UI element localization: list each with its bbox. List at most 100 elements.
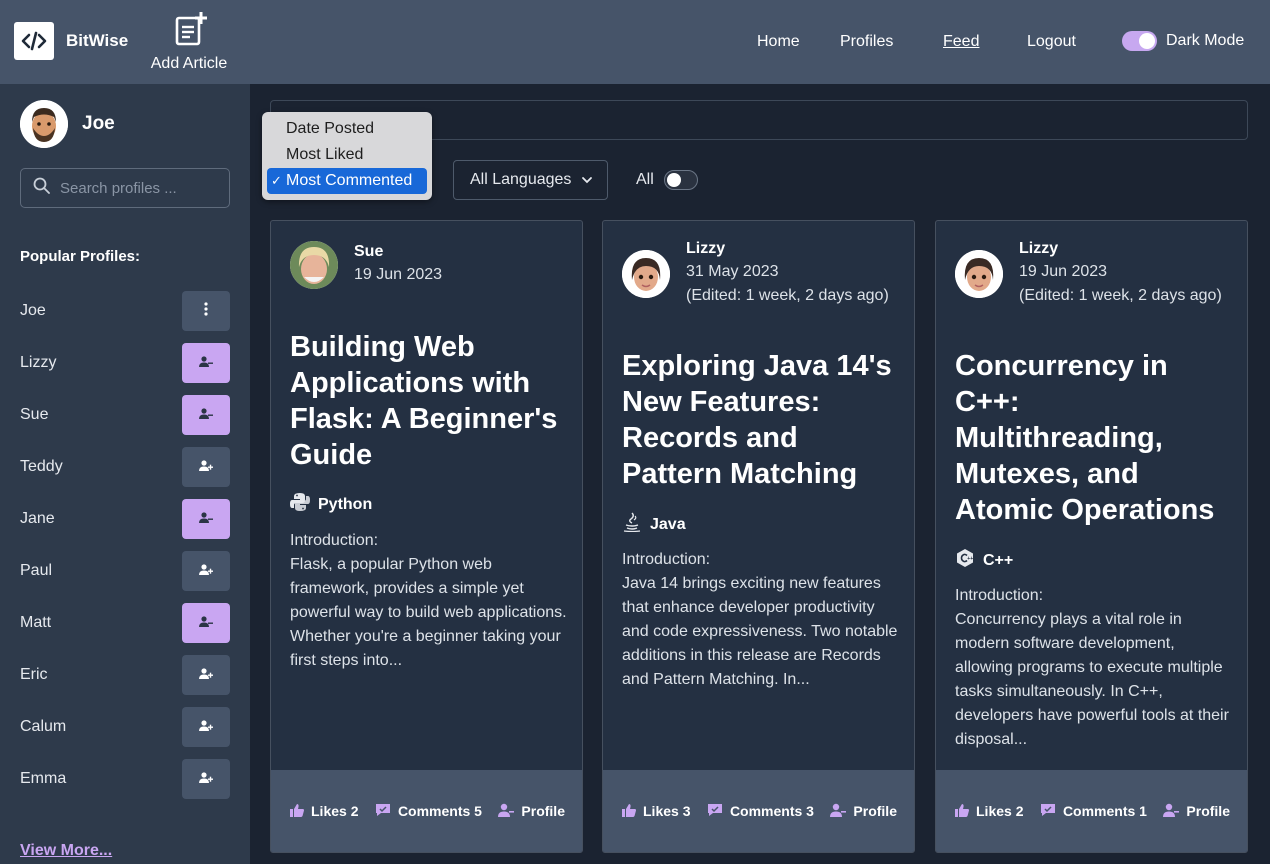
follow-button[interactable]: [182, 759, 230, 799]
comments-button[interactable]: Comments 3: [707, 803, 814, 820]
unfollow-button[interactable]: [182, 343, 230, 383]
unfollow-button[interactable]: [182, 499, 230, 539]
profile-row: Teddy: [20, 447, 230, 487]
profile-name[interactable]: Matt: [20, 614, 51, 632]
add-article-button[interactable]: Add Article: [149, 12, 229, 73]
user-minus-icon: [199, 614, 213, 632]
card-footer: Likes 2 Comments 1 Profile: [936, 770, 1247, 852]
sort-option-most-commented[interactable]: ✓ Most Commented: [267, 168, 427, 194]
author-name[interactable]: Lizzy: [1019, 238, 1222, 260]
nav-logout-link[interactable]: Logout: [1027, 33, 1076, 51]
profile-row: Jane: [20, 499, 230, 539]
author-name[interactable]: Sue: [354, 241, 442, 263]
profile-name[interactable]: Lizzy: [20, 354, 56, 372]
profile-button[interactable]: Profile: [498, 803, 565, 820]
code-icon: [14, 22, 54, 60]
article-intro: Introduction: Java 14 brings exciting ne…: [622, 548, 902, 692]
card-footer: Likes 2 Comments 5 Profile: [271, 770, 582, 852]
author-avatar[interactable]: [290, 241, 338, 289]
navbar: BitWise Add Article Home Profiles Feed L…: [0, 0, 1270, 84]
article-title[interactable]: Exploring Java 14's New Features: Record…: [622, 348, 902, 492]
view-more-link[interactable]: View More...: [20, 842, 112, 860]
author-avatar[interactable]: [955, 250, 1003, 298]
brand[interactable]: BitWise: [14, 22, 128, 60]
sort-option-most-liked[interactable]: Most Liked: [267, 142, 427, 168]
user-minus-icon: [199, 510, 213, 528]
sort-dropdown-menu[interactable]: Date Posted Most Liked ✓ Most Commented: [262, 112, 432, 200]
profile-row: Calum: [20, 707, 230, 747]
card-header: Lizzy 19 Jun 2023 (Edited: 1 week, 2 day…: [955, 238, 1222, 308]
language-tag: Python: [290, 492, 372, 517]
comments-button[interactable]: Comments 1: [1040, 803, 1147, 820]
user-plus-icon: [199, 458, 213, 476]
profile-row: Emma: [20, 759, 230, 799]
all-filter[interactable]: All: [636, 170, 698, 190]
unfollow-button[interactable]: [182, 603, 230, 643]
likes-count: Likes 3: [643, 803, 691, 819]
like-button[interactable]: Likes 2: [290, 803, 358, 820]
dark-mode-toggle[interactable]: [1122, 31, 1157, 51]
follow-button[interactable]: [182, 551, 230, 591]
intro-heading: Introduction:: [955, 587, 1044, 604]
profile-name[interactable]: Emma: [20, 770, 66, 788]
all-filter-toggle[interactable]: [663, 170, 698, 190]
profile-name[interactable]: Eric: [20, 666, 48, 684]
profile-name[interactable]: Joe: [20, 302, 46, 320]
profile-row: Lizzy: [20, 343, 230, 383]
intro-text: Concurrency plays a vital role in modern…: [955, 611, 1229, 748]
sort-option-label: Most Commented: [286, 172, 413, 189]
article-card: Sue 19 Jun 2023 Building Web Application…: [270, 220, 583, 853]
language-select[interactable]: All Languages: [453, 160, 608, 200]
card-header: Sue 19 Jun 2023: [290, 241, 442, 289]
profile-menu-button[interactable]: [182, 291, 230, 331]
article-title[interactable]: Building Web Applications with Flask: A …: [290, 329, 570, 473]
comments-count: Comments 3: [729, 803, 814, 819]
profile-name[interactable]: Jane: [20, 510, 55, 528]
search-profiles-input[interactable]: [60, 179, 220, 197]
comment-icon: [375, 803, 398, 820]
profile-search[interactable]: [20, 168, 230, 208]
thumbs-up-icon: [290, 803, 311, 820]
article-title[interactable]: Concurrency in C++: Multithreading, Mute…: [955, 348, 1235, 528]
comments-button[interactable]: Comments 5: [375, 803, 482, 820]
profile-row: Sue: [20, 395, 230, 435]
follow-button[interactable]: [182, 655, 230, 695]
user-minus-icon: [199, 406, 213, 424]
like-button[interactable]: Likes 3: [622, 803, 690, 820]
python-icon: [290, 492, 310, 517]
likes-count: Likes 2: [976, 803, 1024, 819]
current-user[interactable]: Joe: [20, 100, 115, 148]
comment-icon: [1040, 803, 1063, 820]
like-button[interactable]: Likes 2: [955, 803, 1023, 820]
profile-name[interactable]: Sue: [20, 406, 48, 424]
author-avatar[interactable]: [622, 250, 670, 298]
language-tag: Java: [622, 512, 686, 537]
nav-home-link[interactable]: Home: [757, 33, 800, 51]
follow-button[interactable]: [182, 447, 230, 487]
profile-name[interactable]: Calum: [20, 718, 66, 736]
profile-name[interactable]: Teddy: [20, 458, 63, 476]
cpp-icon: ++: [955, 548, 975, 573]
follow-button[interactable]: [182, 707, 230, 747]
profile-button[interactable]: Profile: [830, 803, 897, 820]
unfollow-button[interactable]: [182, 395, 230, 435]
author-name[interactable]: Lizzy: [686, 238, 889, 260]
language-label: C++: [983, 551, 1014, 569]
edited-note: (Edited: 1 week, 2 days ago): [686, 287, 889, 304]
profile-row: Matt: [20, 603, 230, 643]
all-filter-label: All: [636, 171, 654, 188]
dark-mode-switch[interactable]: Dark Mode: [1122, 31, 1244, 51]
sort-option-date-posted[interactable]: Date Posted: [267, 116, 427, 142]
post-date: 19 Jun 2023: [1019, 263, 1108, 280]
nav-profiles-link[interactable]: Profiles: [840, 33, 893, 51]
profile-button[interactable]: Profile: [1163, 803, 1230, 820]
profile-name[interactable]: Paul: [20, 562, 52, 580]
comments-count: Comments 1: [1062, 803, 1147, 819]
language-tag: ++ C++: [955, 548, 1013, 573]
profile-label: Profile: [521, 803, 565, 819]
sidebar: Joe Popular Profiles: Joe Lizzy Sue Tedd…: [0, 84, 250, 864]
intro-text: Flask, a popular Python web framework, p…: [290, 556, 567, 669]
search-icon: [33, 177, 50, 199]
nav-feed-link[interactable]: Feed: [943, 33, 979, 51]
card-header: Lizzy 31 May 2023 (Edited: 1 week, 2 day…: [622, 238, 889, 308]
